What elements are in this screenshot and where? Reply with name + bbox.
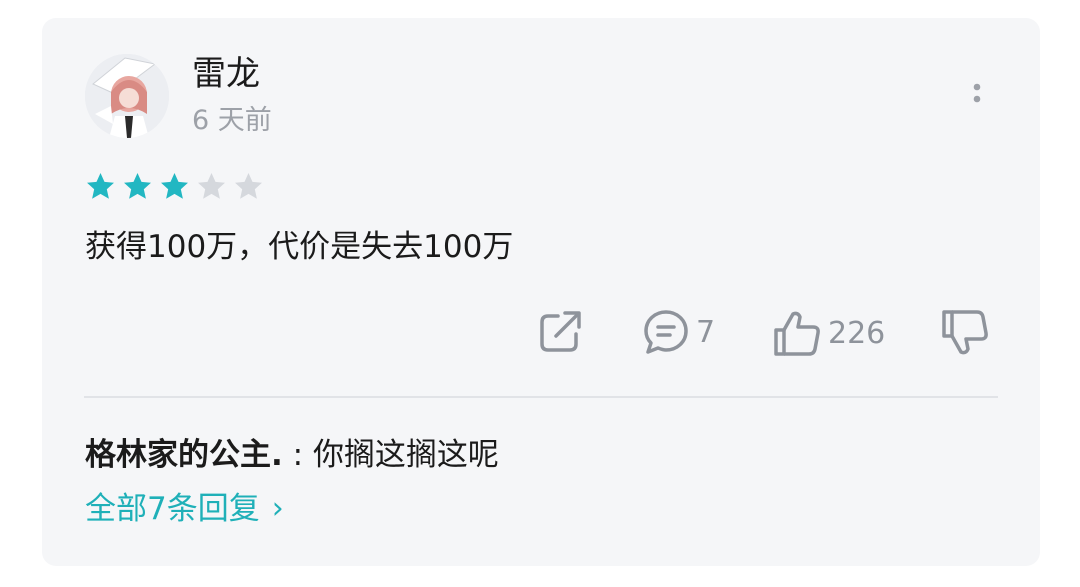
view-all-replies-link[interactable]: 全部7条回复 ›: [85, 488, 284, 530]
avatar-image: [85, 54, 169, 138]
chevron-right-icon: ›: [271, 491, 284, 526]
share-button[interactable]: [538, 308, 584, 354]
comment-icon: [644, 310, 688, 354]
timestamp: 6 天前: [192, 105, 272, 136]
star-empty-icon: [235, 173, 262, 199]
dislike-button[interactable]: [940, 308, 990, 358]
review-content: 获得100万，代价是失去100万: [85, 229, 514, 265]
star-empty-icon: [198, 173, 225, 199]
avatar[interactable]: [85, 54, 169, 138]
star-rating: [84, 170, 265, 203]
divider: [84, 396, 998, 398]
star-filled-icon: [161, 173, 188, 199]
comment-button[interactable]: 7: [642, 308, 715, 356]
thumbs-down-icon: [942, 310, 988, 355]
share-icon: [540, 311, 581, 352]
like-button[interactable]: 226: [772, 308, 885, 358]
review-card: 雷龙 6 天前 获得100万，代价是失去100万 7 226 格林家的公主.:…: [42, 18, 1040, 566]
more-options-icon[interactable]: [962, 78, 992, 118]
reply-author[interactable]: 格林家的公主.: [85, 437, 283, 473]
reply-preview[interactable]: 格林家的公主. : 你搁这搁这呢: [85, 434, 499, 476]
comment-count: 7: [696, 314, 716, 350]
username[interactable]: 雷龙: [192, 54, 260, 94]
action-bar: 7 226: [42, 308, 1040, 358]
reply-text: 你搁这搁这呢: [312, 437, 499, 473]
thumbs-up-icon: [774, 311, 820, 356]
reply-separator: :: [282, 437, 313, 473]
like-count: 226: [828, 315, 886, 351]
all-replies-label: 全部7条回复: [85, 491, 260, 527]
star-filled-icon: [87, 173, 114, 199]
star-filled-icon: [124, 173, 151, 199]
